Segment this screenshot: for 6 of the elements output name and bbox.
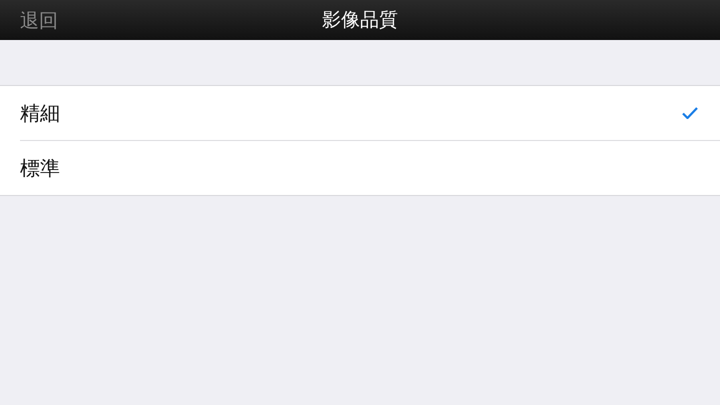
- back-button[interactable]: 退回: [14, 6, 64, 36]
- option-row[interactable]: 標準: [20, 141, 720, 195]
- option-label: 精細: [20, 100, 60, 126]
- option-row[interactable]: 精細: [20, 86, 720, 141]
- option-label: 標準: [20, 154, 60, 182]
- page-title: 影像品質: [322, 8, 398, 33]
